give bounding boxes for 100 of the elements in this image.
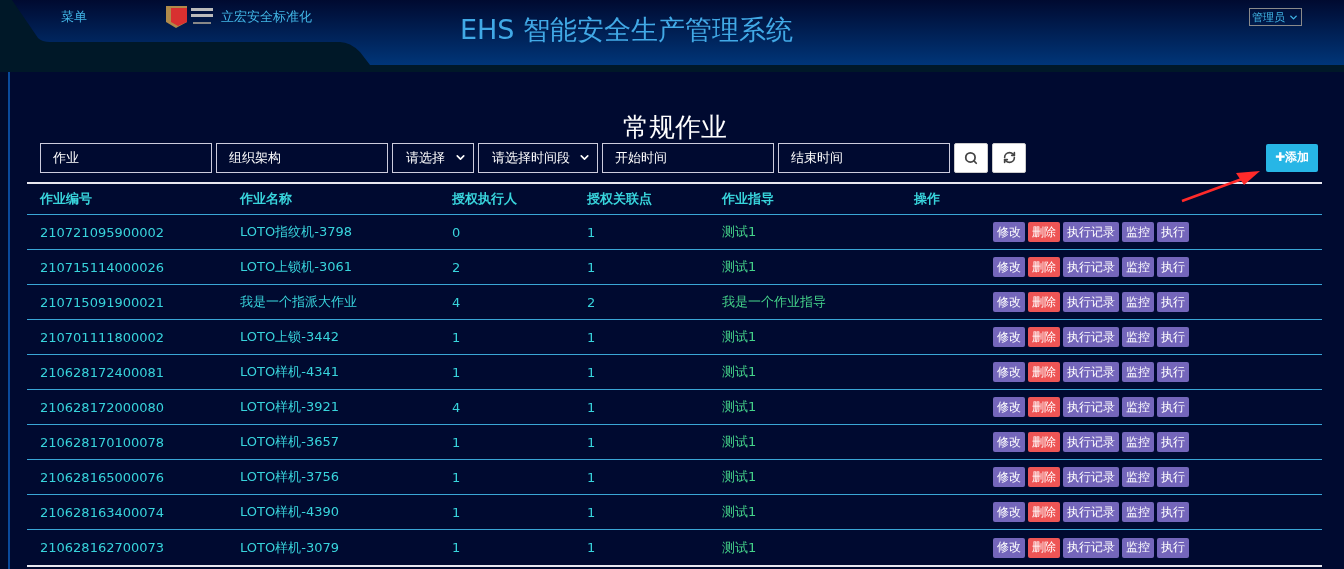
table-cell-text: 2 [587, 294, 597, 310]
action-button[interactable]: 执行记录 [1063, 222, 1119, 242]
action-button[interactable]: 执行 [1157, 327, 1189, 347]
table-cell-text: LOTO样机-3756 [240, 468, 340, 486]
action-button[interactable]: 监控 [1122, 432, 1154, 452]
action-button[interactable]: 删除 [1028, 537, 1060, 558]
action-button[interactable]: 删除 [1028, 467, 1060, 487]
filter-field[interactable]: 组织架构 [216, 142, 388, 173]
action-button[interactable]: 删除 [1028, 327, 1060, 347]
action-button[interactable]: 执行记录 [1063, 362, 1119, 382]
table-cell-text: 1 [587, 434, 597, 450]
action-button[interactable]: 修改 [993, 432, 1025, 452]
action-button[interactable]: 执行 [1157, 292, 1189, 312]
action-button[interactable]: 监控 [1122, 292, 1154, 312]
table-cell-text: 210715114000026 [40, 259, 166, 275]
action-button[interactable]: 修改 [993, 467, 1025, 487]
action-button[interactable]: 修改 [993, 327, 1025, 347]
table-cell-text: LOTO样机-3657 [240, 433, 340, 451]
table-cell-text: 测试1 [722, 363, 758, 381]
action-button[interactable]: 修改 [993, 397, 1025, 417]
table-cell-text: LOTO样机-4390 [240, 503, 340, 521]
action-button[interactable]: 修改 [993, 502, 1025, 522]
action-button[interactable]: 执行记录 [1063, 502, 1119, 522]
action-button[interactable]: 修改 [993, 292, 1025, 312]
column-header: 作业名称 [240, 190, 293, 208]
table-cell-text: 测试1 [722, 398, 758, 416]
table-cell-text: 210628165000076 [40, 469, 166, 485]
action-button[interactable]: 执行记录 [1063, 467, 1119, 487]
table-cell-text: 1 [452, 504, 462, 520]
action-button[interactable]: 监控 [1122, 537, 1154, 558]
table-cell-text: 1 [452, 540, 462, 555]
action-button[interactable]: 监控 [1122, 397, 1154, 417]
table-cell-text: LOTO样机-4341 [240, 363, 340, 381]
filter-field[interactable]: 开始时间 [602, 142, 774, 173]
search-button[interactable] [954, 142, 988, 173]
table-cell-text: 1 [587, 329, 597, 345]
action-button[interactable]: 执行 [1157, 397, 1189, 417]
action-button[interactable]: 监控 [1122, 327, 1154, 347]
table-cell-text: 测试1 [722, 433, 758, 451]
action-button[interactable]: 执行 [1157, 502, 1189, 522]
table-cell-text: 测试1 [722, 223, 758, 241]
action-button[interactable]: 删除 [1028, 362, 1060, 382]
action-button[interactable]: 修改 [993, 222, 1025, 242]
filter-dropdown[interactable]: 请选择时间段 [478, 142, 598, 173]
action-button[interactable]: 删除 [1028, 257, 1060, 277]
filter-field[interactable]: 作业 [40, 142, 212, 173]
filter-field[interactable]: 结束时间 [778, 142, 950, 173]
search-icon [964, 150, 978, 165]
table-cell-text: 测试1 [722, 328, 758, 346]
menu-link[interactable]: 菜单 [61, 8, 87, 26]
table-cell-text: 0 [452, 224, 462, 240]
table-cell-text: 1 [452, 434, 462, 450]
action-button[interactable]: 执行 [1157, 432, 1189, 452]
action-button[interactable]: 监控 [1122, 502, 1154, 522]
page-title: 常规作业 [621, 111, 728, 142]
table-cell-text: 1 [587, 469, 597, 485]
action-button[interactable]: 删除 [1028, 292, 1060, 312]
action-button[interactable]: 执行 [1157, 467, 1189, 487]
action-button[interactable]: 监控 [1122, 257, 1154, 277]
action-button[interactable]: 删除 [1028, 222, 1060, 242]
table-cell-text: LOTO上锁-3442 [240, 328, 340, 346]
action-button[interactable]: 执行 [1157, 537, 1189, 558]
table-cell-text: 1 [587, 504, 597, 520]
action-button[interactable]: 执行 [1157, 257, 1189, 277]
table-cell-text: 1 [587, 399, 597, 415]
action-button[interactable]: 执行 [1157, 222, 1189, 242]
action-button[interactable]: 删除 [1028, 502, 1060, 522]
table-cell-text: LOTO上锁机-3061 [240, 258, 353, 276]
column-header: 授权关联点 [587, 190, 653, 208]
action-button[interactable]: 执行记录 [1063, 432, 1119, 452]
action-button[interactable]: 执行 [1157, 362, 1189, 382]
action-button[interactable]: 删除 [1028, 397, 1060, 417]
action-button[interactable]: 修改 [993, 537, 1025, 558]
action-button[interactable]: 执行记录 [1063, 292, 1119, 312]
table-cell-text: 210628162700073 [40, 540, 166, 555]
action-button[interactable]: 执行记录 [1063, 327, 1119, 347]
table-cell-text: 210628172400081 [40, 364, 166, 380]
table-cell-text: LOTO指纹机-3798 [240, 223, 353, 241]
table-cell-text: 210721095900002 [40, 224, 166, 240]
action-button[interactable]: 监控 [1122, 222, 1154, 242]
action-button[interactable]: 修改 [993, 362, 1025, 382]
filter-dropdown[interactable]: 请选择 [392, 142, 474, 173]
table-cell-text: 1 [587, 259, 597, 275]
action-button[interactable]: 执行记录 [1063, 397, 1119, 417]
table-cell-text: 测试1 [722, 538, 758, 557]
table-cell-text: 1 [587, 364, 597, 380]
table-cell-text: 1 [452, 364, 462, 380]
action-button[interactable]: 执行记录 [1063, 537, 1119, 558]
user-menu[interactable]: 管理员 [1249, 8, 1302, 26]
refresh-icon [1002, 151, 1016, 164]
table-cell-text: 210628163400074 [40, 504, 166, 520]
action-button[interactable]: 执行记录 [1063, 257, 1119, 277]
refresh-button[interactable] [992, 142, 1026, 173]
action-button[interactable]: 删除 [1028, 432, 1060, 452]
table-cell-text: 1 [452, 329, 462, 345]
table-cell-text: 2 [452, 259, 462, 275]
action-button[interactable]: 修改 [993, 257, 1025, 277]
action-button[interactable]: 监控 [1122, 467, 1154, 487]
action-button[interactable]: 监控 [1122, 362, 1154, 382]
column-header: 操作 [914, 190, 941, 208]
